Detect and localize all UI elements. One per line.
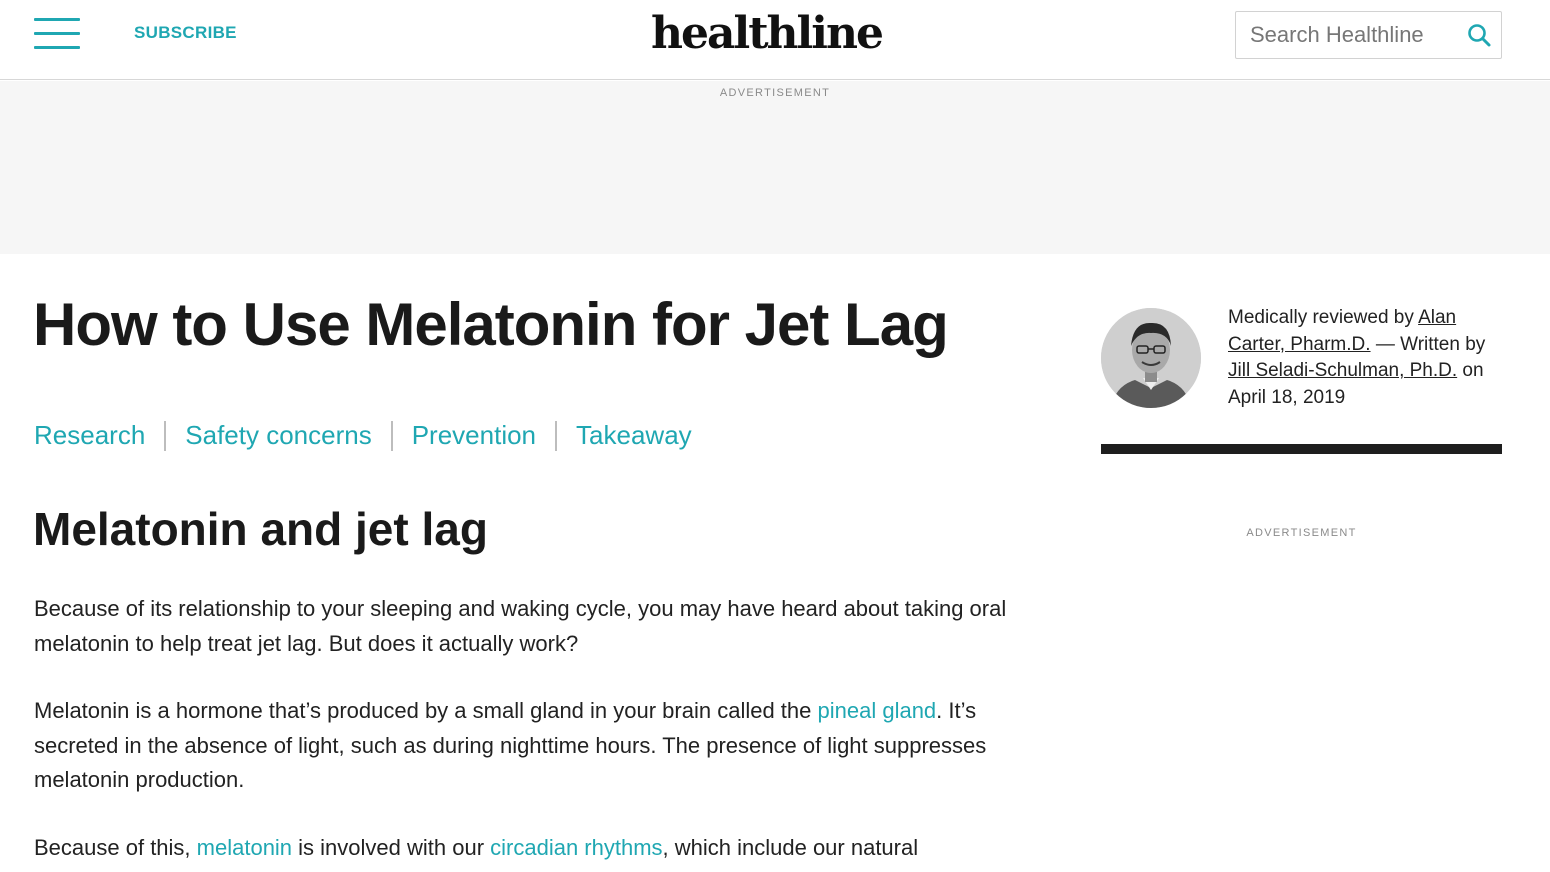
paragraph-text: Melatonin is a hormone that’s produced b…: [34, 698, 818, 723]
reviewer-avatar[interactable]: [1101, 308, 1201, 408]
search-box: [1235, 11, 1502, 59]
site-header: SUBSCRIBE healthline: [0, 0, 1550, 80]
toc-link-takeaway[interactable]: Takeaway: [576, 420, 692, 451]
circadian-rhythms-link[interactable]: circadian rhythms: [490, 835, 662, 860]
byline-text: Medically reviewed by: [1228, 307, 1419, 328]
article-byline: Medically reviewed by Alan Carter, Pharm…: [1228, 305, 1500, 412]
ad-label: ADVERTISEMENT: [719, 87, 831, 99]
search-icon[interactable]: [1465, 22, 1493, 50]
menu-icon-line: [34, 32, 80, 35]
article-paragraph: Melatonin is a hormone that’s produced b…: [34, 694, 1044, 798]
sidebar-ad-label: ADVERTISEMENT: [1246, 527, 1357, 539]
paragraph-text: , which include our natural: [662, 835, 919, 860]
ad-banner: ADVERTISEMENT: [0, 81, 1550, 254]
toc-divider: [390, 420, 393, 451]
byline-text: — Written by: [1370, 333, 1486, 355]
menu-icon[interactable]: [34, 18, 80, 50]
toc-link-research[interactable]: Research: [34, 420, 145, 451]
pineal-gland-link[interactable]: pineal gland: [818, 698, 937, 723]
toc-link-safety-concerns[interactable]: Safety concerns: [185, 420, 371, 451]
melatonin-link[interactable]: melatonin: [197, 835, 292, 860]
toc-link-prevention[interactable]: Prevention: [412, 420, 536, 451]
page-title: How to Use Melatonin for Jet Lag: [33, 291, 949, 358]
article-paragraph: Because of its relationship to your slee…: [34, 596, 1007, 656]
paragraph-text: is involved with our: [292, 835, 491, 860]
menu-icon-line: [34, 18, 80, 21]
toc-divider: [555, 420, 558, 451]
sidebar-divider: [1101, 444, 1502, 454]
table-of-contents: Research Safety concerns Prevention Take…: [34, 420, 692, 451]
section-heading: Melatonin and jet lag: [33, 503, 488, 555]
author-link[interactable]: Jill Seladi-Schulman, Ph.D.: [1228, 360, 1457, 381]
article-paragraph: Because of this, melatonin is involved w…: [34, 831, 1044, 866]
healthline-logo[interactable]: healthline: [651, 8, 884, 59]
menu-icon-line: [34, 46, 80, 49]
search-input[interactable]: [1236, 12, 1451, 58]
toc-divider: [164, 420, 167, 451]
paragraph-text: Because of this,: [34, 835, 197, 860]
subscribe-link[interactable]: SUBSCRIBE: [134, 23, 237, 43]
